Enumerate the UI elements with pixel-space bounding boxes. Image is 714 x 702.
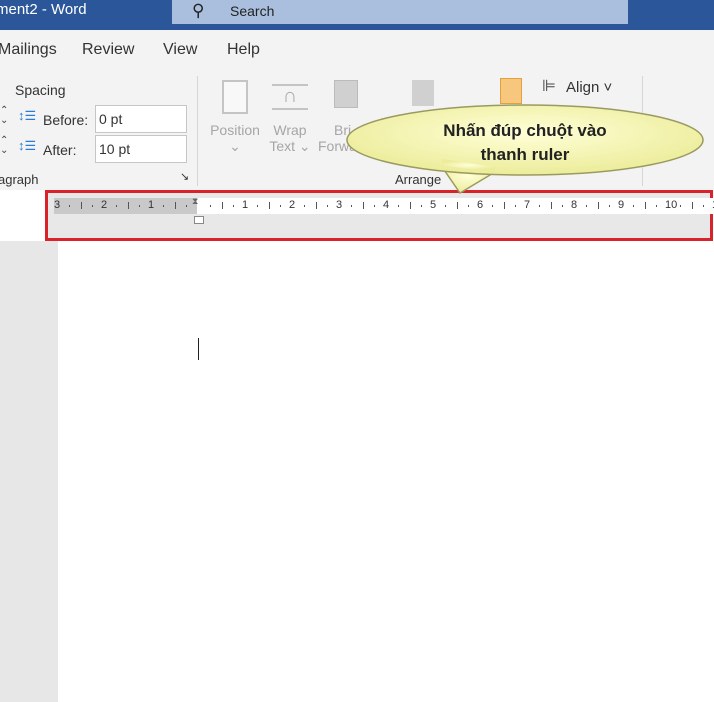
ruler-tick	[80, 202, 82, 209]
ruler-label: 1	[148, 199, 155, 211]
ruler-tick	[315, 202, 317, 209]
ruler-tick	[209, 205, 211, 207]
spacing-before-input[interactable]: 0 pt	[95, 105, 187, 133]
ruler-tick	[162, 205, 164, 207]
divider	[197, 76, 198, 186]
ruler-tick	[397, 205, 399, 207]
left-indent-icon[interactable]	[194, 216, 204, 224]
window-title: ment2 - Word	[0, 1, 87, 18]
ruler-label: 2	[101, 199, 108, 211]
after-label: After:	[43, 142, 77, 158]
indent-spinner[interactable]: ⌃ ⌄	[0, 106, 8, 126]
ribbon-tabs: Mailings Review View Help	[0, 30, 714, 70]
wrap-text-icon: ∩	[272, 84, 308, 110]
ruler-margin	[54, 198, 197, 214]
ruler-tick	[127, 202, 129, 209]
ruler-tick	[703, 205, 705, 207]
ruler-label: 1	[242, 199, 249, 211]
ruler-tick	[92, 205, 94, 207]
spacing-before-icon: ↕☰	[18, 108, 37, 123]
text-cursor	[198, 338, 199, 360]
ruler-tick	[491, 205, 493, 207]
indent-spinner[interactable]: ⌃ ⌄	[0, 136, 8, 156]
ruler-tick	[515, 205, 517, 207]
ruler-tick	[679, 205, 681, 207]
ruler-tick	[115, 205, 117, 207]
search-placeholder: Search	[230, 3, 275, 19]
ruler-tick	[444, 205, 446, 207]
ruler-label: 3	[54, 199, 61, 211]
ruler-tick	[256, 205, 258, 207]
ruler-tick	[632, 205, 634, 207]
document-page[interactable]	[58, 241, 714, 702]
position-button[interactable]: Position ⌄	[205, 122, 265, 155]
spacing-after-input[interactable]: 10 pt	[95, 135, 187, 163]
before-value: 0 pt	[99, 111, 123, 127]
ruler-tick	[585, 205, 587, 207]
tab-help[interactable]: Help	[227, 41, 260, 59]
ruler-label: 2	[289, 199, 296, 211]
ruler-tick	[327, 205, 329, 207]
ruler-tick	[139, 205, 141, 207]
ruler-tick	[468, 205, 470, 207]
dialog-launcher-icon[interactable]: ↘	[180, 170, 189, 183]
ruler-tick	[656, 205, 658, 207]
position-icon	[222, 80, 248, 114]
title-bar: ment2 - Word ⚲ Search	[0, 0, 714, 30]
ruler-label: 3	[336, 199, 343, 211]
indent-marker-icon[interactable]: ⧗	[192, 196, 202, 216]
ruler-tick	[174, 202, 176, 209]
ruler-tick	[303, 205, 305, 207]
ruler-tick	[280, 205, 282, 207]
tab-view[interactable]: View	[163, 41, 197, 59]
tab-mailings[interactable]: Mailings	[0, 41, 57, 59]
ruler-tick	[268, 202, 270, 209]
spacing-label: Spacing	[15, 82, 66, 98]
search-icon: ⚲	[192, 1, 205, 20]
ruler-tick	[221, 202, 223, 209]
send-backward-icon	[412, 80, 434, 106]
ruler-tick	[538, 205, 540, 207]
spacing-after-icon: ↕☰	[18, 138, 37, 153]
selection-pane-icon	[500, 78, 522, 104]
tab-review[interactable]: Review	[82, 41, 134, 59]
align-button[interactable]: Align ˅	[566, 79, 612, 96]
ruler-tick	[186, 205, 188, 207]
ruler-tick	[609, 205, 611, 207]
ruler-tick	[421, 205, 423, 207]
ruler-tick	[68, 205, 70, 207]
paragraph-group-label: agraph	[0, 172, 39, 187]
before-label: Before:	[43, 112, 89, 128]
after-value: 10 pt	[99, 141, 131, 157]
ruler-tick	[350, 205, 352, 207]
wrap-text-button[interactable]: Wrap Text ⌄	[265, 122, 315, 155]
ruler-tick	[233, 205, 235, 207]
search-box[interactable]: ⚲ Search	[172, 0, 628, 24]
align-icon: ⊫	[542, 78, 556, 95]
ruler-tick	[562, 205, 564, 207]
ruler-tick	[374, 205, 376, 207]
document-margin	[0, 241, 58, 702]
callout-text: Nhấn đúp chuột vào thanh ruler	[443, 121, 607, 164]
